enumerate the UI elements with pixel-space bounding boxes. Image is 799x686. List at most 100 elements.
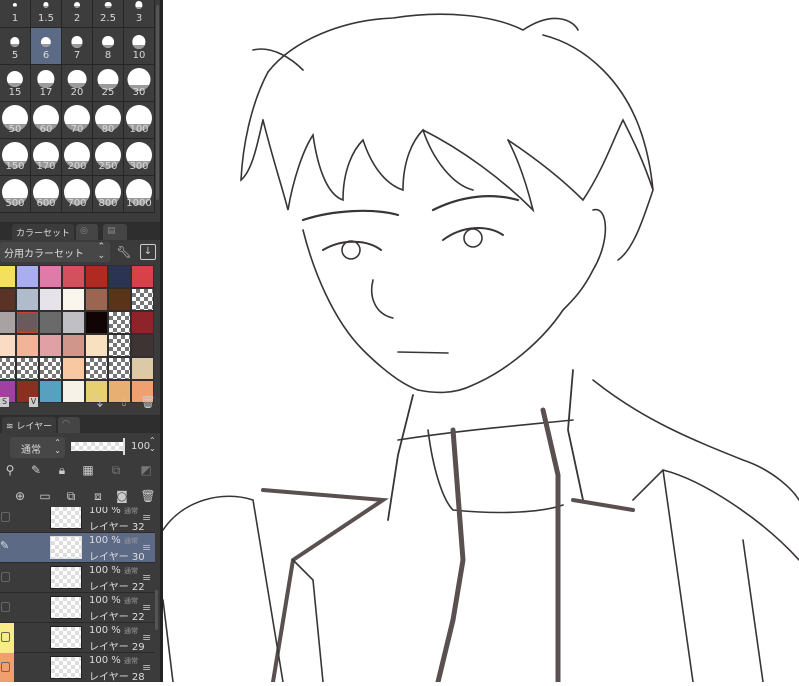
mask-layer-icon[interactable]: ◩: [134, 462, 158, 478]
opacity-slider-handle[interactable]: [123, 438, 125, 455]
lock-icon[interactable]: 🔒︎: [54, 462, 70, 478]
brush-size-7[interactable]: 7: [62, 28, 93, 65]
opacity-stepper[interactable]: ⌃ ⌄: [149, 437, 156, 453]
reference-layer-icon[interactable]: ⚲: [2, 462, 18, 478]
tab-layer[interactable]: ≋ レイヤー: [2, 417, 57, 433]
brush-size-2-5[interactable]: 2.5: [93, 0, 124, 28]
layer-menu-icon[interactable]: ≡: [142, 511, 151, 524]
color-swatch[interactable]: [85, 265, 108, 288]
layer-menu-icon[interactable]: ≡: [142, 661, 151, 674]
layer-row[interactable]: 100 % 通常 レイヤー 29 ≡: [0, 623, 155, 653]
color-swatch[interactable]: [131, 311, 154, 334]
layer-visibility-toggle[interactable]: [0, 507, 14, 533]
color-swatch[interactable]: [62, 334, 85, 357]
checkbox[interactable]: [1, 512, 10, 522]
layer-row[interactable]: 100 % 通常 レイヤー 32 ≡: [0, 507, 155, 533]
tab-color-set[interactable]: カラーセット: [12, 224, 75, 240]
brush-size-17[interactable]: 17: [31, 65, 62, 102]
wrench-icon[interactable]: 🔧︎: [116, 244, 132, 260]
color-swatch[interactable]: [0, 311, 16, 334]
color-swatch[interactable]: [62, 311, 85, 334]
transfer-down-icon[interactable]: ⧉: [63, 488, 79, 504]
opacity-value[interactable]: 100: [131, 441, 150, 452]
brush-size-1000[interactable]: 1000: [124, 176, 155, 213]
brush-size-1[interactable]: 1: [0, 0, 31, 28]
layer-visibility-toggle[interactable]: [0, 563, 14, 593]
brush-size-25[interactable]: 25: [93, 65, 124, 102]
lock-transparency-icon[interactable]: ▦: [80, 462, 96, 478]
color-swatch[interactable]: [108, 288, 131, 311]
blend-mode-dropdown[interactable]: 通常 ⌃ ⌄: [10, 437, 65, 458]
draft-layer-icon[interactable]: ✎: [28, 462, 44, 478]
color-swatch[interactable]: [108, 357, 131, 380]
color-swatch[interactable]: [39, 288, 62, 311]
layer-visibility-toggle[interactable]: [0, 653, 14, 682]
color-swatch[interactable]: [16, 334, 39, 357]
color-swatch[interactable]: [108, 265, 131, 288]
checkbox[interactable]: [1, 572, 10, 582]
layer-menu-icon[interactable]: ≡: [142, 571, 151, 584]
brush-size-170[interactable]: 170: [31, 139, 62, 176]
brush-size-500[interactable]: 500: [0, 176, 31, 213]
tab-color-history[interactable]: ▤: [103, 224, 127, 240]
brush-size-10[interactable]: 10: [124, 28, 155, 65]
color-swatch[interactable]: [85, 311, 108, 334]
brush-size-100[interactable]: 100: [124, 102, 155, 139]
color-swatch[interactable]: [39, 265, 62, 288]
checkbox[interactable]: [1, 662, 10, 672]
opacity-slider[interactable]: [71, 442, 124, 451]
color-set-dropdown[interactable]: 分用カラーセット ⌃ ⌄: [0, 242, 110, 262]
clip-layer-icon[interactable]: ⧉: [104, 462, 128, 478]
color-swatch[interactable]: [108, 311, 131, 334]
brush-size-60[interactable]: 60: [31, 102, 62, 139]
color-swatch[interactable]: [16, 357, 39, 380]
color-swatch[interactable]: [0, 288, 16, 311]
color-swatch[interactable]: [62, 288, 85, 311]
layer-visibility-toggle[interactable]: [0, 623, 14, 653]
brush-size-80[interactable]: 80: [93, 102, 124, 139]
brush-size-15[interactable]: 15: [0, 65, 31, 102]
color-swatch[interactable]: [108, 334, 131, 357]
layer-menu-icon[interactable]: ≡: [142, 541, 151, 554]
color-swatch[interactable]: [39, 311, 62, 334]
tab-layer-property[interactable]: ◠: [58, 417, 80, 433]
download-icon[interactable]: ↓: [140, 244, 156, 260]
brush-size-3[interactable]: 3: [124, 0, 155, 28]
color-swatch[interactable]: [16, 288, 39, 311]
brush-size-200[interactable]: 200: [62, 139, 93, 176]
color-swatch[interactable]: [62, 265, 85, 288]
layer-row[interactable]: 100 % 通常 レイヤー 28 ≡: [0, 653, 155, 682]
brush-size-20[interactable]: 20: [62, 65, 93, 102]
layer-row[interactable]: 100 % 通常 レイヤー 22 ≡: [0, 563, 155, 593]
color-swatch[interactable]: [39, 334, 62, 357]
create-mask-icon[interactable]: ◙: [114, 488, 130, 504]
trash-icon[interactable]: 🗑︎: [140, 394, 156, 410]
tab-color-circle[interactable]: ◎: [76, 224, 98, 240]
color-swatch[interactable]: [62, 357, 85, 380]
s-mode-button[interactable]: S: [0, 397, 9, 407]
brush-size-250[interactable]: 250: [93, 139, 124, 176]
combine-down-icon[interactable]: ⧈: [90, 488, 106, 504]
brush-size-30[interactable]: 30: [124, 65, 155, 102]
brush-size-6[interactable]: 6: [31, 28, 62, 65]
brush-size-800[interactable]: 800: [93, 176, 124, 213]
brush-size-2[interactable]: 2: [62, 0, 93, 28]
color-swatch[interactable]: [131, 288, 154, 311]
color-swatch[interactable]: [0, 334, 16, 357]
brush-size-50[interactable]: 50: [0, 102, 31, 139]
new-raster-layer-icon[interactable]: ⊕: [12, 488, 28, 504]
v-mode-button[interactable]: V: [29, 397, 38, 407]
color-swatch[interactable]: [131, 357, 154, 380]
brush-size-150[interactable]: 150: [0, 139, 31, 176]
color-swatch[interactable]: [131, 265, 154, 288]
drawing-canvas[interactable]: [162, 0, 799, 685]
layer-menu-icon[interactable]: ≡: [142, 601, 151, 614]
color-swatch[interactable]: [85, 288, 108, 311]
color-swatch[interactable]: [0, 357, 16, 380]
color-swatch[interactable]: [85, 334, 108, 357]
delete-layer-icon[interactable]: 🗑︎: [140, 488, 156, 504]
color-swatch[interactable]: [39, 357, 62, 380]
brush-size-5[interactable]: 5: [0, 28, 31, 65]
layer-menu-icon[interactable]: ≡: [142, 631, 151, 644]
brush-size-300[interactable]: 300: [124, 139, 155, 176]
